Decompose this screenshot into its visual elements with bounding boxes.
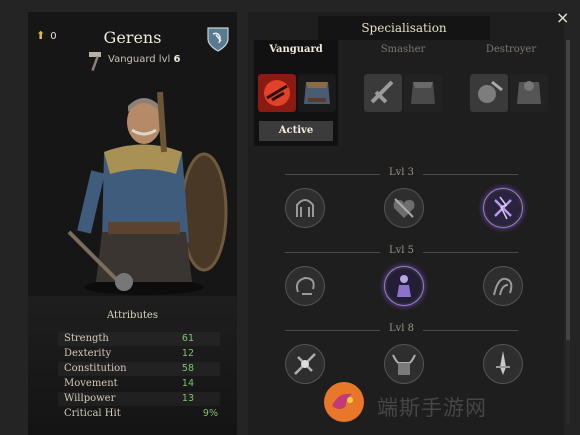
level-divider: Lvl 5 (285, 245, 518, 258)
destroyer-ability-icon (470, 74, 508, 112)
attribute-label: Dexterity (64, 348, 112, 359)
skill-lvl8-option1[interactable] (285, 344, 325, 384)
skill-lvl3-option3-selected[interactable] (483, 188, 523, 228)
level-divider: Lvl 8 (285, 323, 518, 336)
helmet-skill-icon (296, 199, 314, 217)
attribute-value: 13 (181, 393, 194, 404)
attribute-row-dexterity: Dexterity 12 (58, 347, 220, 361)
tentacle-skill-icon (493, 277, 513, 296)
level-label: Lvl 8 (388, 323, 415, 334)
close-button[interactable]: × (556, 8, 569, 27)
skill-lvl8-option3[interactable] (483, 344, 523, 384)
attribute-value: 9% (202, 408, 218, 419)
warrior-aura-skill-icon (387, 269, 421, 303)
skill-lvl3-option2[interactable] (384, 188, 424, 228)
game-window: ⬆ 0 Gerens Vanguard lvl 6 Attributes Str… (0, 0, 580, 435)
watermark-logo-icon (324, 382, 364, 422)
swirl-skill-icon (295, 276, 315, 295)
tab-vanguard[interactable]: Vanguard Active (254, 40, 338, 146)
level-divider: Lvl 3 (285, 167, 518, 180)
attributes-panel: Attributes Strength 61 Dexterity 12 Cons… (28, 296, 237, 435)
lightning-skill-icon (486, 191, 520, 225)
character-portrait (67, 91, 228, 295)
skill-lvl5-option3[interactable] (483, 266, 523, 306)
character-class: Vanguard lvl 6 (108, 54, 180, 65)
character-level: 6 (173, 54, 181, 65)
attribute-label: Constitution (64, 363, 127, 374)
tab-label: Smasher (380, 44, 426, 55)
attribute-value: 61 (181, 333, 194, 344)
crossed-weapons-skill-icon (294, 353, 316, 375)
specialisation-title: Specialisation (318, 16, 490, 40)
tab-destroyer[interactable]: Destroyer (466, 40, 556, 146)
skill-lvl5-option2-selected[interactable] (384, 266, 424, 306)
attribute-label: Strength (64, 333, 109, 344)
attributes-title: Attributes (107, 310, 158, 321)
attribute-row-willpower: Willpower 13 (58, 392, 220, 406)
attribute-value: 14 (181, 378, 194, 389)
class-label: Vanguard lvl (108, 54, 171, 65)
skills-scrollbar[interactable] (566, 40, 570, 425)
vanguard-armor-icon (298, 74, 336, 112)
attribute-row-strength: Strength 61 (58, 332, 220, 346)
attribute-label: Willpower (64, 393, 116, 404)
tab-label: Vanguard (269, 44, 323, 55)
smasher-ability-icon (364, 74, 402, 112)
attribute-label: Movement (64, 378, 118, 389)
attribute-value: 12 (181, 348, 194, 359)
tab-label: Destroyer (485, 44, 537, 55)
skill-lvl8-option2[interactable] (384, 344, 424, 384)
attribute-label: Critical Hit (64, 408, 121, 419)
active-status-button[interactable]: Active (259, 121, 333, 141)
skill-lvl5-option1[interactable] (285, 266, 325, 306)
smasher-armor-icon (404, 74, 442, 112)
level-label: Lvl 5 (388, 245, 415, 256)
watermark-text: 端斯手游网 (377, 396, 487, 420)
destroyer-armor-icon (510, 74, 548, 112)
skill-lvl3-option1[interactable] (285, 188, 325, 228)
dagger-strike-skill-icon (496, 351, 510, 375)
attribute-row-critical-hit: Critical Hit 9% (58, 407, 220, 421)
horned-helm-skill-icon (392, 354, 416, 375)
class-shield-icon[interactable] (206, 26, 230, 52)
character-panel: ⬆ 0 Gerens Vanguard lvl 6 Attributes Str… (28, 12, 237, 435)
vanguard-ability-icon (258, 74, 296, 112)
attribute-row-movement: Movement 14 (58, 377, 220, 391)
tab-smasher[interactable]: Smasher (360, 40, 446, 146)
hammer-icon (89, 52, 101, 72)
attribute-value: 58 (181, 363, 194, 374)
scrollbar-thumb[interactable] (566, 40, 570, 340)
heart-strike-skill-icon (393, 198, 415, 218)
attribute-row-constitution: Constitution 58 (58, 362, 220, 376)
level-label: Lvl 3 (388, 167, 415, 178)
